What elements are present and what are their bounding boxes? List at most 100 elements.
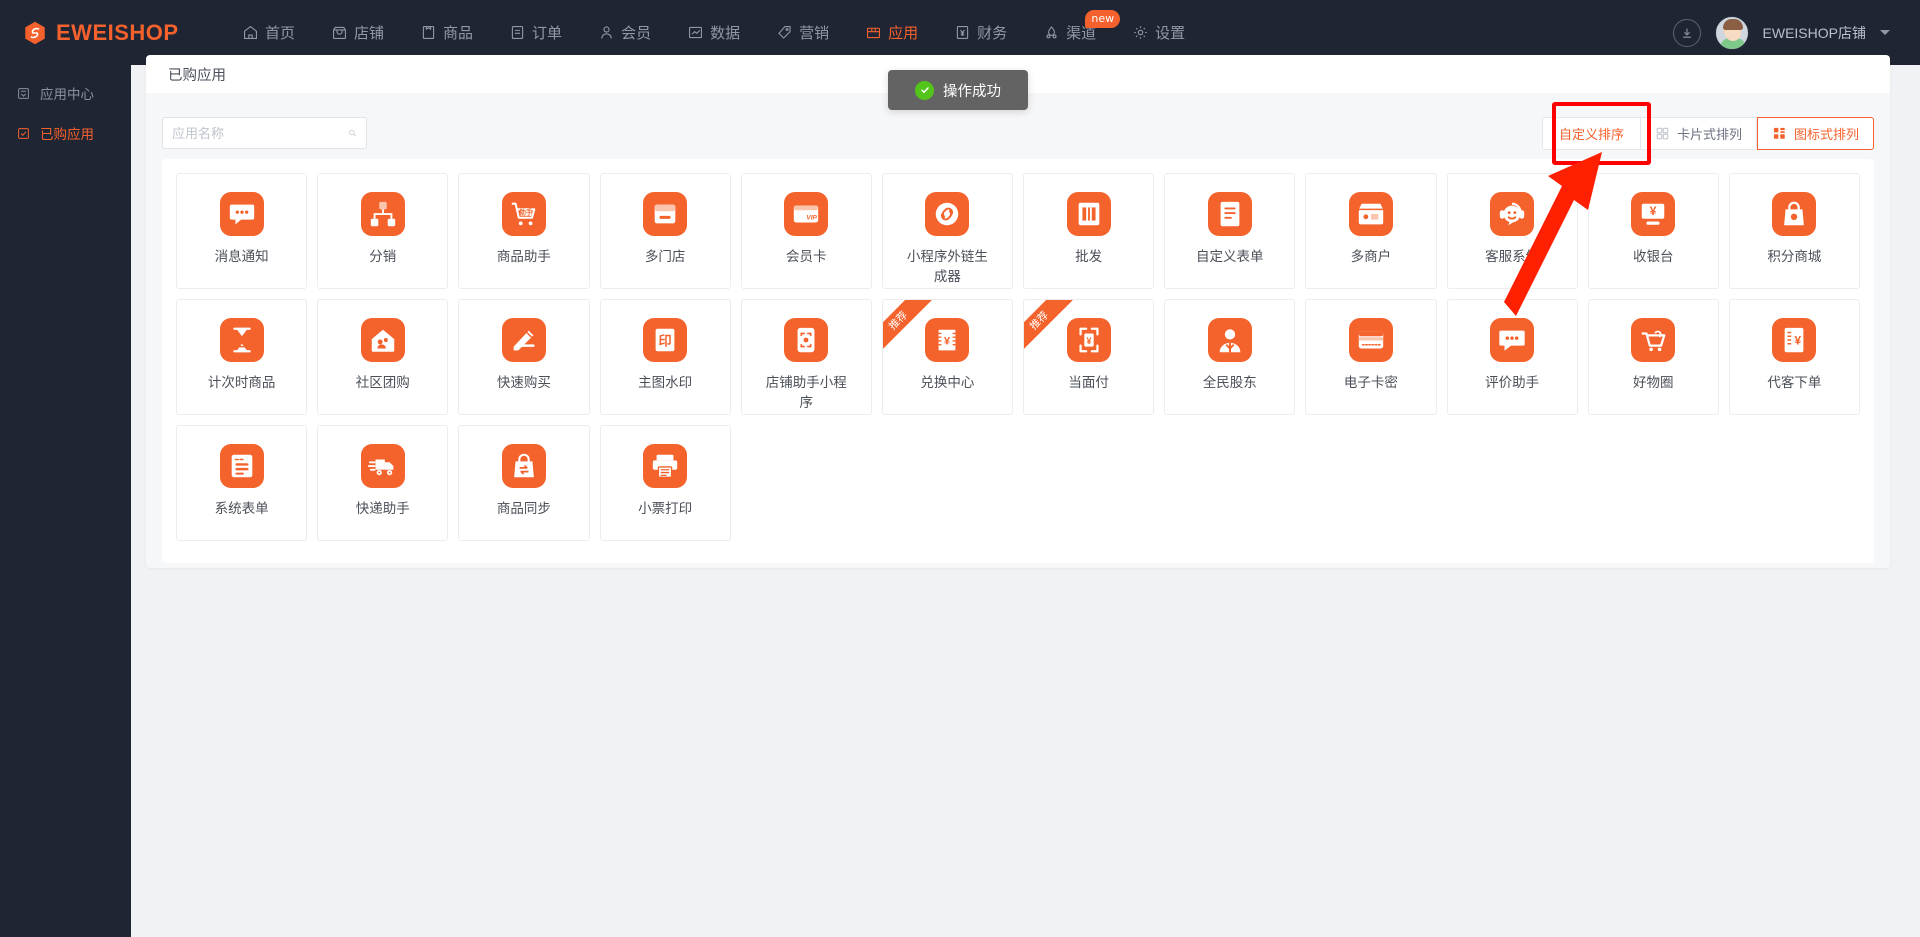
app-card-label: 客服系统 bbox=[1485, 247, 1539, 267]
app-card[interactable]: 助手商品助手 bbox=[458, 173, 589, 289]
nav-label-member: 会员 bbox=[621, 22, 651, 43]
recommend-ribbon-label: 推荐 bbox=[1024, 300, 1073, 354]
member-icon bbox=[598, 24, 615, 41]
grid-icon-icon bbox=[1772, 126, 1787, 141]
app-card[interactable]: 消息通知 bbox=[176, 173, 307, 289]
svg-text:印: 印 bbox=[659, 334, 672, 349]
brand-logo-area[interactable]: EWEISHOP bbox=[22, 20, 212, 46]
app-card-label: 系统表单 bbox=[215, 499, 269, 519]
app-card[interactable]: 小程序外链生成器 bbox=[882, 173, 1013, 289]
cashier-icon: ¥ bbox=[1631, 192, 1675, 236]
goods-icon bbox=[420, 24, 437, 41]
app-card[interactable]: 推荐 ¥ 当面付 bbox=[1023, 299, 1154, 415]
app-card[interactable]: 客服系统 bbox=[1447, 173, 1578, 289]
search-icon[interactable] bbox=[348, 126, 357, 140]
app-card[interactable]: 印主图水印 bbox=[600, 299, 731, 415]
sidebar-item-purchased-app[interactable]: 已购应用 bbox=[0, 113, 131, 153]
nav-label-shop: 店铺 bbox=[354, 22, 384, 43]
app-card[interactable]: 多门店 bbox=[600, 173, 731, 289]
app-card[interactable]: 好物圈 bbox=[1588, 299, 1719, 415]
app-card[interactable]: 全民股东 bbox=[1164, 299, 1295, 415]
app-card-label: 当面付 bbox=[1068, 373, 1109, 393]
multi-store-icon bbox=[643, 192, 687, 236]
custom-sort-label: 自定义排序 bbox=[1559, 124, 1624, 143]
home-icon bbox=[242, 24, 259, 41]
eweishop-logo-icon bbox=[22, 20, 48, 46]
app-card[interactable]: 快递助手 bbox=[317, 425, 448, 541]
search-box[interactable] bbox=[162, 117, 367, 149]
app-card[interactable]: VIP 会员卡 bbox=[741, 173, 872, 289]
svg-text:¥: ¥ bbox=[1795, 334, 1802, 348]
face-to-face-pay-icon: ¥ bbox=[1067, 318, 1111, 362]
app-card-label: 自定义表单 bbox=[1196, 247, 1264, 267]
app-card[interactable]: 店铺助手小程序 bbox=[741, 299, 872, 415]
toast-message: 操作成功 bbox=[943, 80, 1001, 101]
app-card[interactable]: 计次时商品 bbox=[176, 299, 307, 415]
sidebar-item-app-center[interactable]: 应用中心 bbox=[0, 73, 131, 113]
miniprogram-link-icon bbox=[925, 192, 969, 236]
app-card[interactable]: 电子卡密 bbox=[1305, 299, 1436, 415]
nav-right-area: EWEISHOP店铺 bbox=[1673, 16, 1890, 50]
app-card-label: 评价助手 bbox=[1485, 373, 1539, 393]
app-card-label: 收银台 bbox=[1633, 247, 1674, 267]
app-card[interactable]: ¥ 代客下单 bbox=[1729, 299, 1860, 415]
app-card-label: 计次时商品 bbox=[208, 373, 276, 393]
app-card[interactable]: 积分商城 bbox=[1729, 173, 1860, 289]
distribution-icon bbox=[361, 192, 405, 236]
app-card[interactable]: 批发 bbox=[1023, 173, 1154, 289]
icon-view-button[interactable]: 图标式排列 bbox=[1757, 117, 1874, 150]
app-card[interactable]: 多商户 bbox=[1305, 173, 1436, 289]
app-card-label: 会员卡 bbox=[786, 247, 827, 267]
app-card[interactable]: 小票打印 bbox=[600, 425, 731, 541]
app-card-label: 代客下单 bbox=[1767, 373, 1821, 393]
app-card[interactable]: 快速购买 bbox=[458, 299, 589, 415]
app-card-label: 社区团购 bbox=[356, 373, 410, 393]
data-icon bbox=[687, 24, 704, 41]
marketing-icon bbox=[776, 24, 793, 41]
app-card[interactable]: 评价助手 bbox=[1447, 299, 1578, 415]
download-button[interactable] bbox=[1673, 19, 1701, 47]
app-card[interactable]: 分销 bbox=[317, 173, 448, 289]
svg-text:¥: ¥ bbox=[1086, 336, 1092, 346]
shop-icon bbox=[331, 24, 348, 41]
app-card-label: 小程序外链生成器 bbox=[901, 247, 993, 286]
shop-assistant-mini-icon bbox=[784, 318, 828, 362]
shop-name-label: EWEISHOP店铺 bbox=[1763, 23, 1866, 43]
exchange-center-icon: ¥ bbox=[925, 318, 969, 362]
panel-body: 自定义排序 卡片式排列 bbox=[146, 93, 1890, 568]
timed-goods-icon bbox=[220, 318, 264, 362]
proxy-order-icon: ¥ bbox=[1772, 318, 1816, 362]
order-icon bbox=[509, 24, 526, 41]
nav-label-order: 订单 bbox=[532, 22, 562, 43]
receipt-print-icon bbox=[643, 444, 687, 488]
app-card-label: 全民股东 bbox=[1203, 373, 1257, 393]
app-center-icon bbox=[16, 86, 31, 101]
app-card[interactable]: 推荐¥兑换中心 bbox=[882, 299, 1013, 415]
app-card[interactable]: 自定义表单 bbox=[1164, 173, 1295, 289]
app-card-label: 积分商城 bbox=[1767, 247, 1821, 267]
search-input[interactable] bbox=[172, 126, 348, 141]
wholesale-icon bbox=[1067, 192, 1111, 236]
e-card-secret-icon bbox=[1349, 318, 1393, 362]
svg-text:¥: ¥ bbox=[944, 336, 951, 348]
avatar[interactable] bbox=[1715, 16, 1749, 50]
app-card-label: 电子卡密 bbox=[1344, 373, 1398, 393]
app-card-label: 主图水印 bbox=[638, 373, 692, 393]
app-card[interactable]: 社区团购 bbox=[317, 299, 448, 415]
svg-text:VIP: VIP bbox=[807, 215, 818, 222]
nav-label-home: 首页 bbox=[265, 22, 295, 43]
card-view-button[interactable]: 卡片式排列 bbox=[1641, 117, 1757, 150]
download-icon bbox=[1680, 26, 1694, 40]
sidebar-label-app-center: 应用中心 bbox=[40, 83, 94, 103]
nav-label-finance: 财务 bbox=[977, 22, 1007, 43]
app-card[interactable]: 商品同步 bbox=[458, 425, 589, 541]
chevron-down-icon[interactable] bbox=[1880, 30, 1890, 35]
goods-sync-icon bbox=[502, 444, 546, 488]
app-card[interactable]: ¥ 收银台 bbox=[1588, 173, 1719, 289]
app-card-label: 店铺助手小程序 bbox=[760, 373, 852, 412]
goods-assistant-icon: 助手 bbox=[502, 192, 546, 236]
toast-notification: 操作成功 bbox=[888, 70, 1028, 110]
app-card[interactable]: 系统表单 bbox=[176, 425, 307, 541]
custom-sort-button[interactable]: 自定义排序 bbox=[1542, 117, 1641, 150]
main-panel: 已购应用 自定义排序 卡片式排列 bbox=[146, 55, 1890, 568]
